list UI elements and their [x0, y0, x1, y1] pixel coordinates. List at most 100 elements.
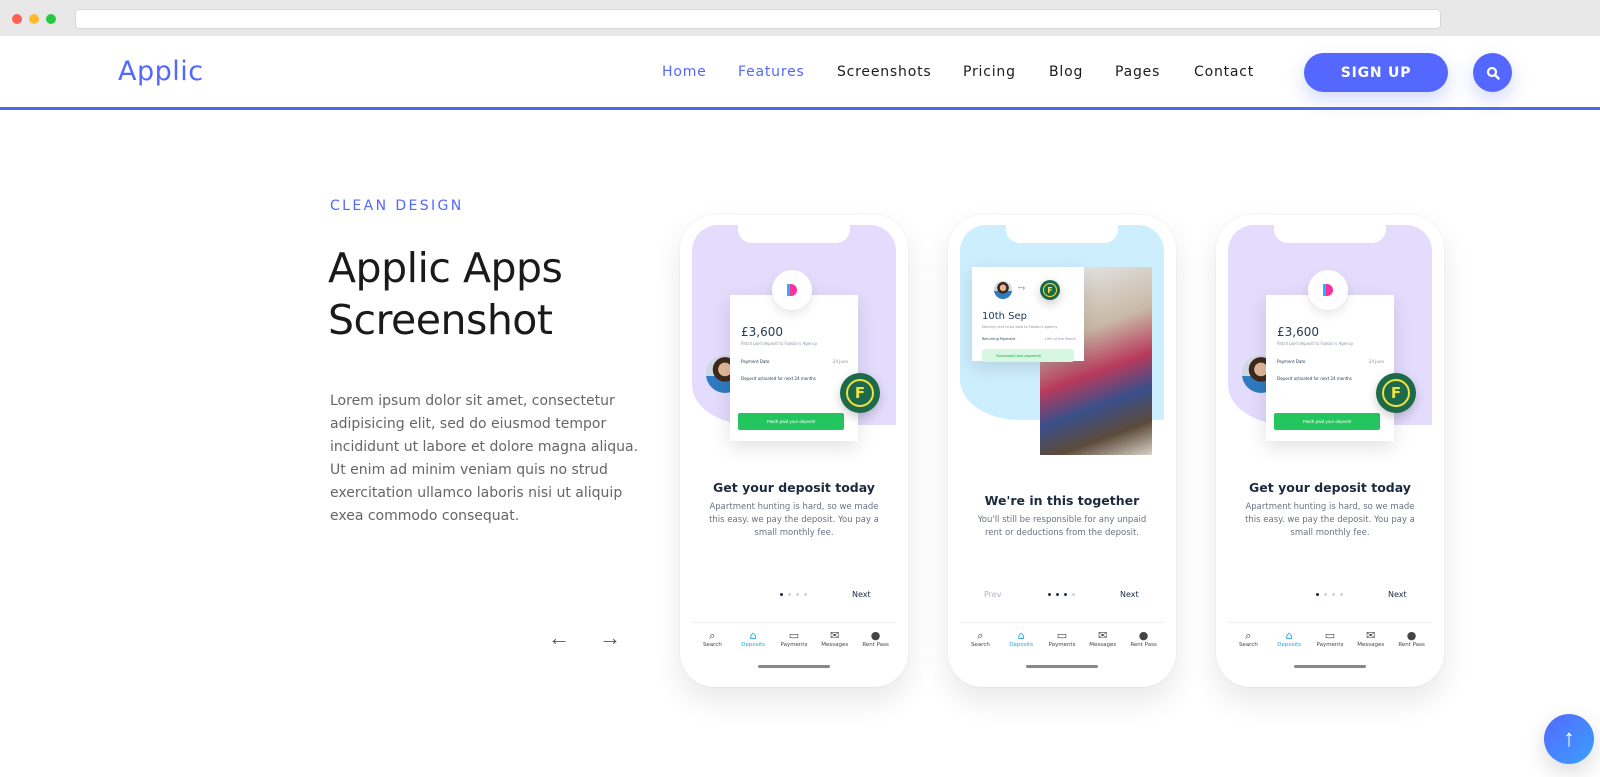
phone-screenshot-1[interactable]: £3,600 Patch paid deposit to Foxton's Ag…: [680, 215, 908, 687]
tab-label: Rent Pass: [862, 642, 889, 648]
deposit-activated-label: Deposit activated for next 24 months: [1277, 376, 1352, 381]
search-button[interactable]: [1473, 53, 1512, 92]
tab-search[interactable]: ⌕ Search: [960, 629, 1000, 656]
phone-screenshot-3[interactable]: £3,600 Patch paid deposit to Foxton's Ag…: [1216, 215, 1444, 687]
deposit-amount: £3,600: [1277, 325, 1319, 339]
site-header: Applic Home Features Screenshots Pricing…: [0, 36, 1600, 110]
nav-pricing[interactable]: Pricing: [963, 64, 1016, 80]
payment-date-value: 24 June: [1368, 359, 1384, 364]
tab-label: Payments: [780, 642, 808, 648]
foxtons-logo: F: [840, 373, 880, 413]
page-dot: [1324, 593, 1327, 596]
tab-payments[interactable]: ▭ Payments: [1042, 629, 1082, 656]
prev-arrow-button[interactable]: ←: [548, 625, 570, 651]
tab-deposits[interactable]: ⌂ Deposits: [1269, 629, 1309, 656]
tab-label: Messages: [1357, 642, 1385, 648]
prev-link[interactable]: Prev: [984, 590, 1001, 599]
foxtons-logo: F: [1040, 280, 1060, 300]
rent-date: 10th Sep: [982, 311, 1028, 322]
page-dot: [780, 593, 783, 596]
page-dot: [1048, 593, 1051, 596]
next-link[interactable]: Next: [1120, 590, 1139, 599]
page-dot: [788, 593, 791, 596]
tab-deposits[interactable]: ⌂ Deposits: [733, 629, 773, 656]
close-window-button[interactable]: [12, 14, 22, 24]
page-dot: [1056, 593, 1059, 596]
tab-messages[interactable]: ✉ Messages: [1351, 629, 1391, 656]
next-link[interactable]: Next: [852, 590, 871, 599]
phone-text: You'll still be responsible for any unpa…: [977, 515, 1147, 538]
address-bar[interactable]: [75, 9, 1441, 29]
page-dot: [796, 593, 799, 596]
phone-tab-bar: ⌕ Search ⌂ Deposits ▭ Payments ✉ Messages ● R…: [960, 622, 1164, 656]
tab-messages[interactable]: ✉ Messages: [815, 629, 855, 656]
deposit-card: £3,600 Patch paid deposit to Foxton's Ag…: [730, 295, 858, 441]
sign-up-button[interactable]: SIGN UP: [1304, 53, 1448, 92]
patch-logo-icon: [787, 284, 797, 296]
nav-features[interactable]: Features: [738, 64, 805, 80]
user-avatar: [994, 281, 1012, 299]
search-icon: ⌕: [1245, 629, 1252, 642]
tab-rent-pass[interactable]: ● Rent Pass: [1124, 629, 1164, 656]
pagination-dots: [1048, 593, 1075, 596]
rent-date-subtitle: Monthly rent to be paid to Foxton's Agen…: [982, 325, 1058, 329]
phone-screen: £3,600 Patch paid deposit to Foxton's Ag…: [692, 225, 896, 677]
phone-tab-bar: ⌕ Search ⌂ Deposits ▭ Payments ✉ Messages ● R…: [692, 622, 896, 656]
search-icon: ⌕: [977, 629, 984, 642]
patch-logo: [1308, 270, 1348, 310]
section-title-line2: Screenshot: [328, 296, 553, 344]
tab-label: Messages: [821, 642, 849, 648]
search-icon: [1486, 66, 1500, 80]
page-dot: [804, 593, 807, 596]
arrow-icon: --›: [1018, 285, 1025, 292]
mail-icon: ✉: [830, 629, 840, 642]
tab-deposits[interactable]: ⌂ Deposits: [1001, 629, 1041, 656]
browser-chrome: [0, 0, 1600, 36]
nav-contact[interactable]: Contact: [1194, 64, 1254, 80]
maximize-window-button[interactable]: [46, 14, 56, 24]
rent-card: --› F 10th Sep Monthly rent to be paid t…: [972, 267, 1084, 362]
phone-notch: [1274, 225, 1386, 243]
back-to-top-button[interactable]: ↑: [1544, 714, 1594, 764]
arrow-right-icon: →: [599, 625, 621, 650]
pagination-dots: [780, 593, 807, 596]
tab-payments[interactable]: ▭ Payments: [774, 629, 814, 656]
section-title: Applic Apps Screenshot: [328, 242, 563, 346]
phone-screenshot-2[interactable]: --› F 10th Sep Monthly rent to be paid t…: [948, 215, 1176, 687]
phone-heading: Get your deposit today: [1249, 480, 1411, 495]
mail-icon: ✉: [1098, 629, 1108, 642]
home-icon: ⌂: [1017, 629, 1025, 642]
page-dot: [1316, 593, 1319, 596]
page-dot: [1064, 593, 1067, 596]
section-title-line1: Applic Apps: [328, 244, 563, 292]
phone-notch: [1006, 225, 1118, 243]
next-link[interactable]: Next: [1388, 590, 1407, 599]
tab-rent-pass[interactable]: ● Rent Pass: [1392, 629, 1432, 656]
section-eyebrow: CLEAN DESIGN: [330, 198, 464, 214]
page-dot: [1072, 593, 1075, 596]
tab-search[interactable]: ⌕ Search: [1228, 629, 1268, 656]
tab-payments[interactable]: ▭ Payments: [1310, 629, 1350, 656]
nav-screenshots[interactable]: Screenshots: [837, 64, 931, 80]
tab-label: Search: [1238, 642, 1258, 648]
tab-messages[interactable]: ✉ Messages: [1083, 629, 1123, 656]
tab-label: Search: [970, 642, 990, 648]
arrow-up-icon: ↑: [1563, 725, 1575, 752]
tab-rent-pass[interactable]: ● Rent Pass: [856, 629, 896, 656]
page-dot: [1340, 593, 1343, 596]
nav-blog[interactable]: Blog: [1049, 64, 1083, 80]
minimize-window-button[interactable]: [29, 14, 39, 24]
deposit-cta[interactable]: Patch paid your deposit!: [738, 413, 844, 430]
next-arrow-button[interactable]: →: [599, 625, 621, 651]
deposit-card: £3,600 Patch paid deposit to Foxton's Ag…: [1266, 295, 1394, 441]
tab-search[interactable]: ⌕ Search: [692, 629, 732, 656]
tab-label: Rent Pass: [1398, 642, 1425, 648]
deposit-cta-label: Patch paid your deposit!: [1302, 419, 1352, 424]
deposit-cta[interactable]: Patch paid your deposit!: [1274, 413, 1380, 430]
tab-label: Deposits: [1009, 642, 1034, 648]
nav-home[interactable]: Home: [662, 64, 707, 80]
pagination-dots: [1316, 593, 1343, 596]
payment-icon: ▭: [1324, 629, 1336, 642]
logo[interactable]: Applic: [118, 56, 204, 87]
nav-pages[interactable]: Pages: [1115, 64, 1160, 80]
